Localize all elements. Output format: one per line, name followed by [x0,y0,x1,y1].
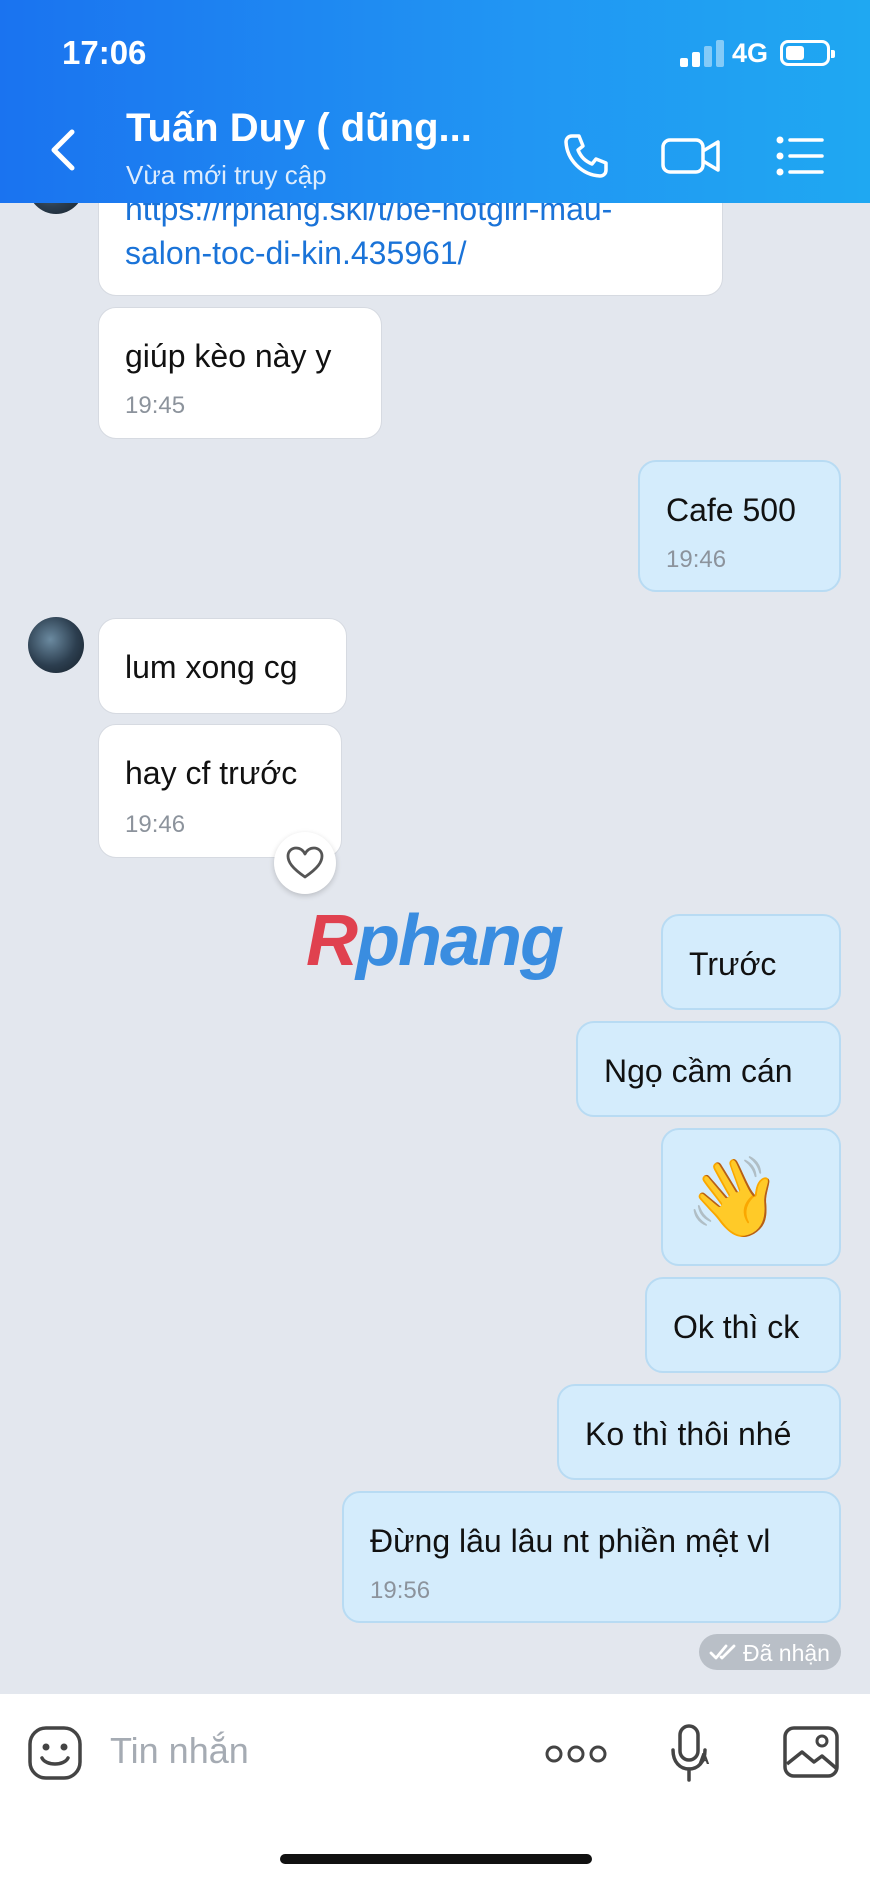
message-text: hay cf trước [125,755,298,791]
message-time: 19:46 [125,811,186,838]
list-menu-icon[interactable] [774,130,826,182]
double-check-icon [709,1644,736,1660]
home-indicator [280,1854,592,1864]
network-label: 4G [732,38,769,68]
message-input[interactable]: Tin nhắn [110,1730,249,1772]
contact-name[interactable]: Tuấn Duy ( dũng... [126,106,472,151]
outgoing-message-bubble[interactable]: Ngọ cầm cán [576,1021,841,1117]
incoming-message-bubble[interactable]: lum xong cg [98,618,347,714]
message-text: Trước [689,946,777,982]
battery-icon [780,40,835,66]
message-input-bar: Tin nhắn A [0,1694,870,1884]
emoji-face-icon[interactable] [26,1724,84,1782]
message-time: 19:56 [370,1577,431,1604]
outgoing-emoji-bubble[interactable]: 👋 [661,1128,841,1266]
video-camera-icon[interactable] [660,130,722,182]
outgoing-message-bubble[interactable]: Ok thì ck [645,1277,841,1373]
avatar[interactable] [28,617,84,673]
incoming-message-bubble[interactable]: giúp kèo này y 19:45 [98,307,382,439]
message-text: Cafe 500 [666,492,796,528]
message-text: Đừng lâu lâu nt phiền mệt vl [370,1523,771,1559]
outgoing-message-bubble[interactable]: Cafe 500 19:46 [638,460,841,592]
watermark-logo: Rphang [306,901,564,981]
outgoing-message-bubble[interactable]: Đừng lâu lâu nt phiền mệt vl 19:56 [342,1491,841,1623]
react-button[interactable] [274,832,336,894]
chat-header: 17:06 4G Tuấn Duy ( dũng... Vừa mới truy… [0,0,870,203]
more-dots-icon[interactable] [544,1742,608,1766]
microphone-icon[interactable]: A [668,1722,714,1784]
phone-icon[interactable] [560,130,612,182]
outgoing-message-bubble[interactable]: Trước [661,914,841,1010]
received-label: Đã nhận [743,1640,830,1666]
message-time: 19:46 [666,546,727,573]
image-icon[interactable] [782,1724,840,1780]
message-text: Ngọ cầm cán [604,1053,793,1089]
message-time: 19:45 [125,392,186,419]
message-text: Ko thì thôi nhé [585,1416,792,1452]
last-seen-status: Vừa mới truy cập [126,160,327,190]
message-text: Ok thì ck [673,1309,800,1345]
heart-icon [286,846,324,879]
status-time: 17:06 [62,34,147,71]
signal-icon [680,40,724,67]
message-text: lum xong cg [125,649,298,685]
svg-text:A: A [698,1751,710,1768]
outgoing-message-bubble[interactable]: Ko thì thôi nhé [557,1384,841,1480]
message-text: giúp kèo này y [125,338,332,374]
link-line-2[interactable]: salon-toc-di-kin.435961/ [125,231,467,275]
waving-hand-icon: 👋 [685,1153,783,1241]
chevron-left-icon[interactable] [46,128,82,172]
received-status-badge: Đã nhận [699,1634,841,1670]
